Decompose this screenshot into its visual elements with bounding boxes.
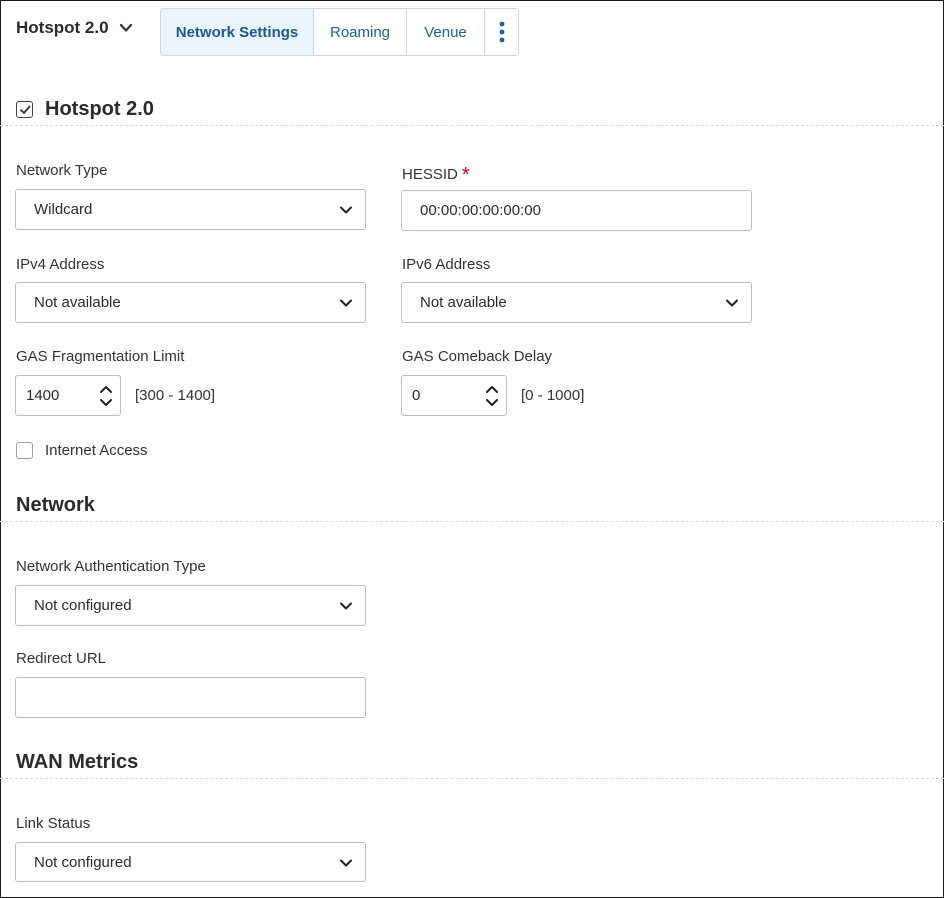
- gas-frag-value: 1400: [26, 387, 60, 404]
- chevron-down-icon: [340, 299, 352, 307]
- gas-comeback-stepper[interactable]: 0: [401, 375, 507, 416]
- chevron-down-icon: [340, 206, 352, 214]
- tab-network-settings[interactable]: Network Settings: [161, 9, 314, 55]
- stepper-arrows-icon[interactable]: [98, 380, 114, 412]
- ipv6-label: IPv6 Address: [402, 256, 491, 273]
- internet-access-checkbox[interactable]: [16, 442, 33, 459]
- chevron-down-icon: [340, 602, 352, 610]
- chevron-down-icon: [726, 299, 738, 307]
- ipv6-value: Not available: [420, 294, 507, 311]
- checkmark-icon: [19, 105, 30, 114]
- redirect-url-label: Redirect URL: [16, 650, 107, 667]
- auth-type-select[interactable]: Not configured: [15, 585, 366, 626]
- auth-type-label: Network Authentication Type: [16, 558, 206, 575]
- network-type-label: Network Type: [16, 162, 108, 179]
- required-mark: *: [461, 164, 470, 186]
- ipv4-value: Not available: [34, 294, 121, 311]
- hessid-label: HESSID *: [402, 162, 470, 186]
- section-divider: [0, 521, 944, 522]
- chevron-down-icon: [340, 859, 352, 867]
- link-status-value: Not configured: [34, 853, 132, 871]
- ipv4-select[interactable]: Not available: [15, 282, 366, 323]
- more-tabs-button[interactable]: [485, 9, 518, 55]
- ipv6-select[interactable]: Not available: [401, 282, 752, 323]
- hessid-value: 00:00:00:00:00:00: [420, 202, 541, 219]
- section-title-hotspot: Hotspot 2.0: [45, 98, 154, 120]
- internet-access-label: Internet Access: [45, 442, 148, 459]
- link-status-select[interactable]: Not configured: [15, 842, 366, 882]
- gas-frag-label: GAS Fragmentation Limit: [16, 348, 185, 365]
- vertical-ellipsis-icon: [499, 21, 504, 43]
- section-title-network: Network: [16, 494, 95, 516]
- hessid-label-text: HESSID: [402, 166, 458, 183]
- network-type-select[interactable]: Wildcard: [15, 189, 366, 230]
- gas-comeback-label: GAS Comeback Delay: [402, 348, 553, 365]
- tab-roaming[interactable]: Roaming: [314, 9, 407, 55]
- auth-type-value: Not configured: [34, 597, 132, 614]
- page-title: Hotspot 2.0: [16, 18, 109, 37]
- tab-bar: Network Settings Roaming Venue: [160, 8, 519, 56]
- stepper-arrows-icon[interactable]: [484, 380, 500, 412]
- link-status-label: Link Status: [16, 815, 91, 832]
- gas-comeback-range: [0 - 1000]: [521, 387, 585, 404]
- hotspot-enable-checkbox[interactable]: [16, 101, 33, 118]
- tab-venue[interactable]: Venue: [407, 9, 485, 55]
- gas-comeback-value: 0: [412, 387, 421, 404]
- chevron-down-icon: [119, 23, 132, 32]
- section-divider: [0, 778, 944, 779]
- hotspot-selector[interactable]: Hotspot 2.0: [16, 18, 133, 38]
- ipv4-label: IPv4 Address: [16, 256, 105, 273]
- gas-frag-stepper[interactable]: 1400: [15, 375, 121, 416]
- network-type-value: Wildcard: [34, 201, 93, 218]
- gas-frag-range: [300 - 1400]: [135, 387, 216, 404]
- section-divider: [0, 125, 944, 126]
- hessid-input[interactable]: 00:00:00:00:00:00: [401, 190, 752, 231]
- redirect-url-input[interactable]: [15, 677, 366, 718]
- section-title-wan-metrics: WAN Metrics: [16, 751, 139, 773]
